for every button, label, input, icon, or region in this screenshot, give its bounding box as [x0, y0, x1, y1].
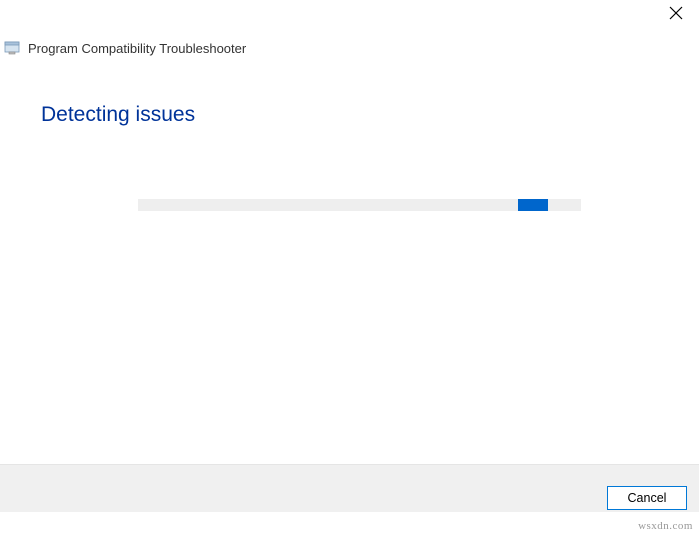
- window-title: Program Compatibility Troubleshooter: [28, 41, 246, 56]
- page-heading: Detecting issues: [41, 103, 195, 127]
- title-bar: Program Compatibility Troubleshooter: [4, 40, 246, 56]
- progress-bar: [138, 199, 581, 211]
- progress-indicator: [518, 199, 548, 211]
- close-icon: [669, 6, 683, 25]
- footer-bar: [0, 464, 699, 512]
- cancel-button[interactable]: Cancel: [607, 486, 687, 510]
- watermark-text: wsxdn.com: [638, 520, 693, 532]
- troubleshooter-icon: [4, 40, 20, 56]
- close-button[interactable]: [667, 6, 685, 24]
- cancel-button-label: Cancel: [628, 491, 667, 505]
